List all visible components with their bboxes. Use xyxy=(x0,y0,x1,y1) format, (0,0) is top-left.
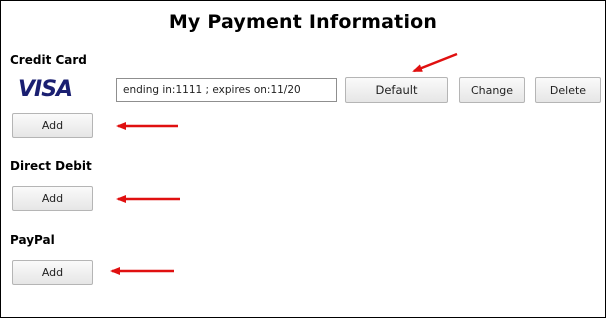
card-summary-field[interactable] xyxy=(116,78,337,102)
delete-button[interactable]: Delete xyxy=(535,77,601,103)
credit-card-heading: Credit Card xyxy=(10,53,87,67)
direct-debit-add-button[interactable]: Add xyxy=(12,186,93,211)
change-button[interactable]: Change xyxy=(459,77,525,103)
visa-logo: VISA xyxy=(18,77,73,102)
credit-card-add-button[interactable]: Add xyxy=(12,113,93,138)
paypal-add-button[interactable]: Add xyxy=(12,260,93,285)
default-button[interactable]: Default xyxy=(345,77,448,103)
direct-debit-heading: Direct Debit xyxy=(10,159,92,173)
paypal-heading: PayPal xyxy=(10,233,55,247)
page-title: My Payment Information xyxy=(168,11,438,33)
